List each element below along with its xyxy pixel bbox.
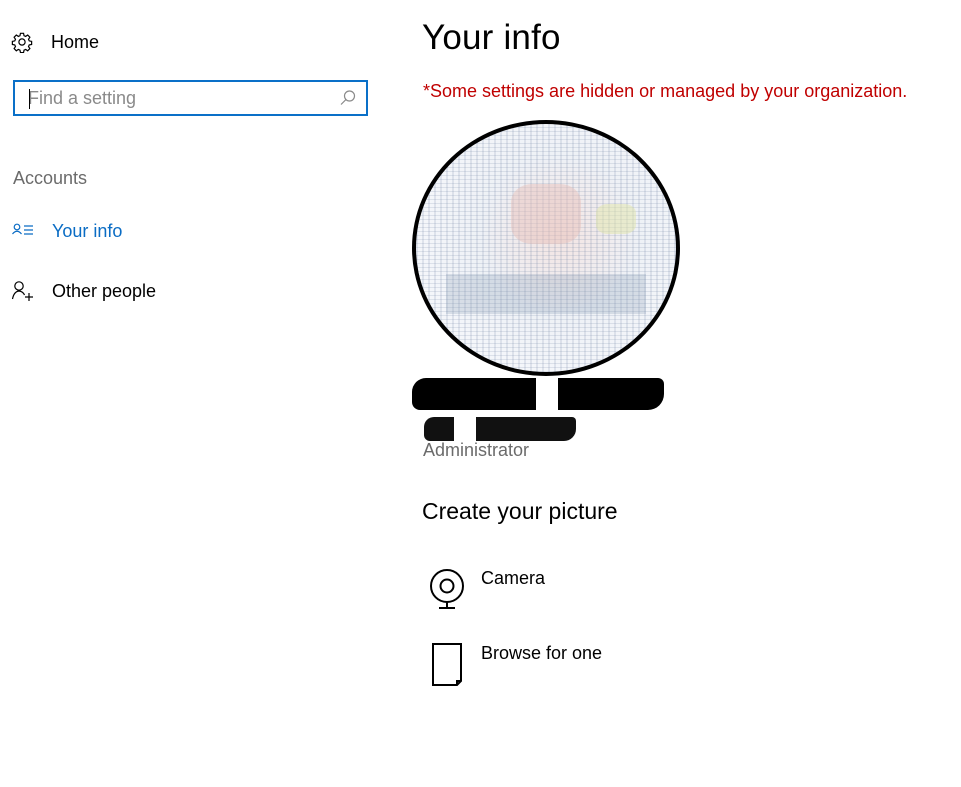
settings-window: Home Accounts Your info — [0, 0, 961, 787]
user-email — [424, 415, 576, 441]
create-picture-heading: Create your picture — [422, 498, 618, 524]
browse-option[interactable]: Browse for one — [426, 641, 602, 687]
org-managed-notice: *Some settings are hidden or managed by … — [423, 81, 908, 101]
avatar-texture — [511, 184, 581, 244]
sidebar-item-label: Your info — [52, 220, 123, 241]
avatar-texture — [596, 204, 636, 234]
sidebar-item-your-info[interactable]: Your info — [11, 216, 122, 246]
page-title: Your info — [422, 18, 561, 57]
camera-label: Camera — [481, 568, 546, 588]
user-name — [412, 378, 664, 410]
accounts-heading: Accounts — [13, 168, 88, 188]
text-caret — [29, 89, 30, 109]
document-icon — [426, 641, 468, 687]
search-icon[interactable] — [338, 88, 358, 108]
redaction-gap — [454, 417, 476, 441]
user-role: Administrator — [423, 440, 530, 460]
sidebar-item-other-people[interactable]: Other people — [11, 276, 156, 306]
browse-label: Browse for one — [481, 643, 603, 663]
webcam-icon — [426, 566, 468, 612]
search-box[interactable] — [13, 80, 368, 116]
avatar-texture — [446, 274, 646, 314]
contact-info-icon — [11, 219, 35, 243]
sidebar-item-label: Other people — [52, 280, 157, 301]
search-input[interactable] — [15, 83, 338, 113]
camera-option[interactable]: Camera — [426, 566, 545, 612]
gear-icon — [11, 31, 33, 54]
home-label: Home — [51, 31, 100, 52]
avatar — [412, 120, 680, 376]
redaction-gap — [536, 378, 558, 410]
home-link[interactable]: Home — [11, 28, 99, 56]
redaction-mark — [424, 417, 576, 441]
add-person-icon — [11, 279, 35, 303]
